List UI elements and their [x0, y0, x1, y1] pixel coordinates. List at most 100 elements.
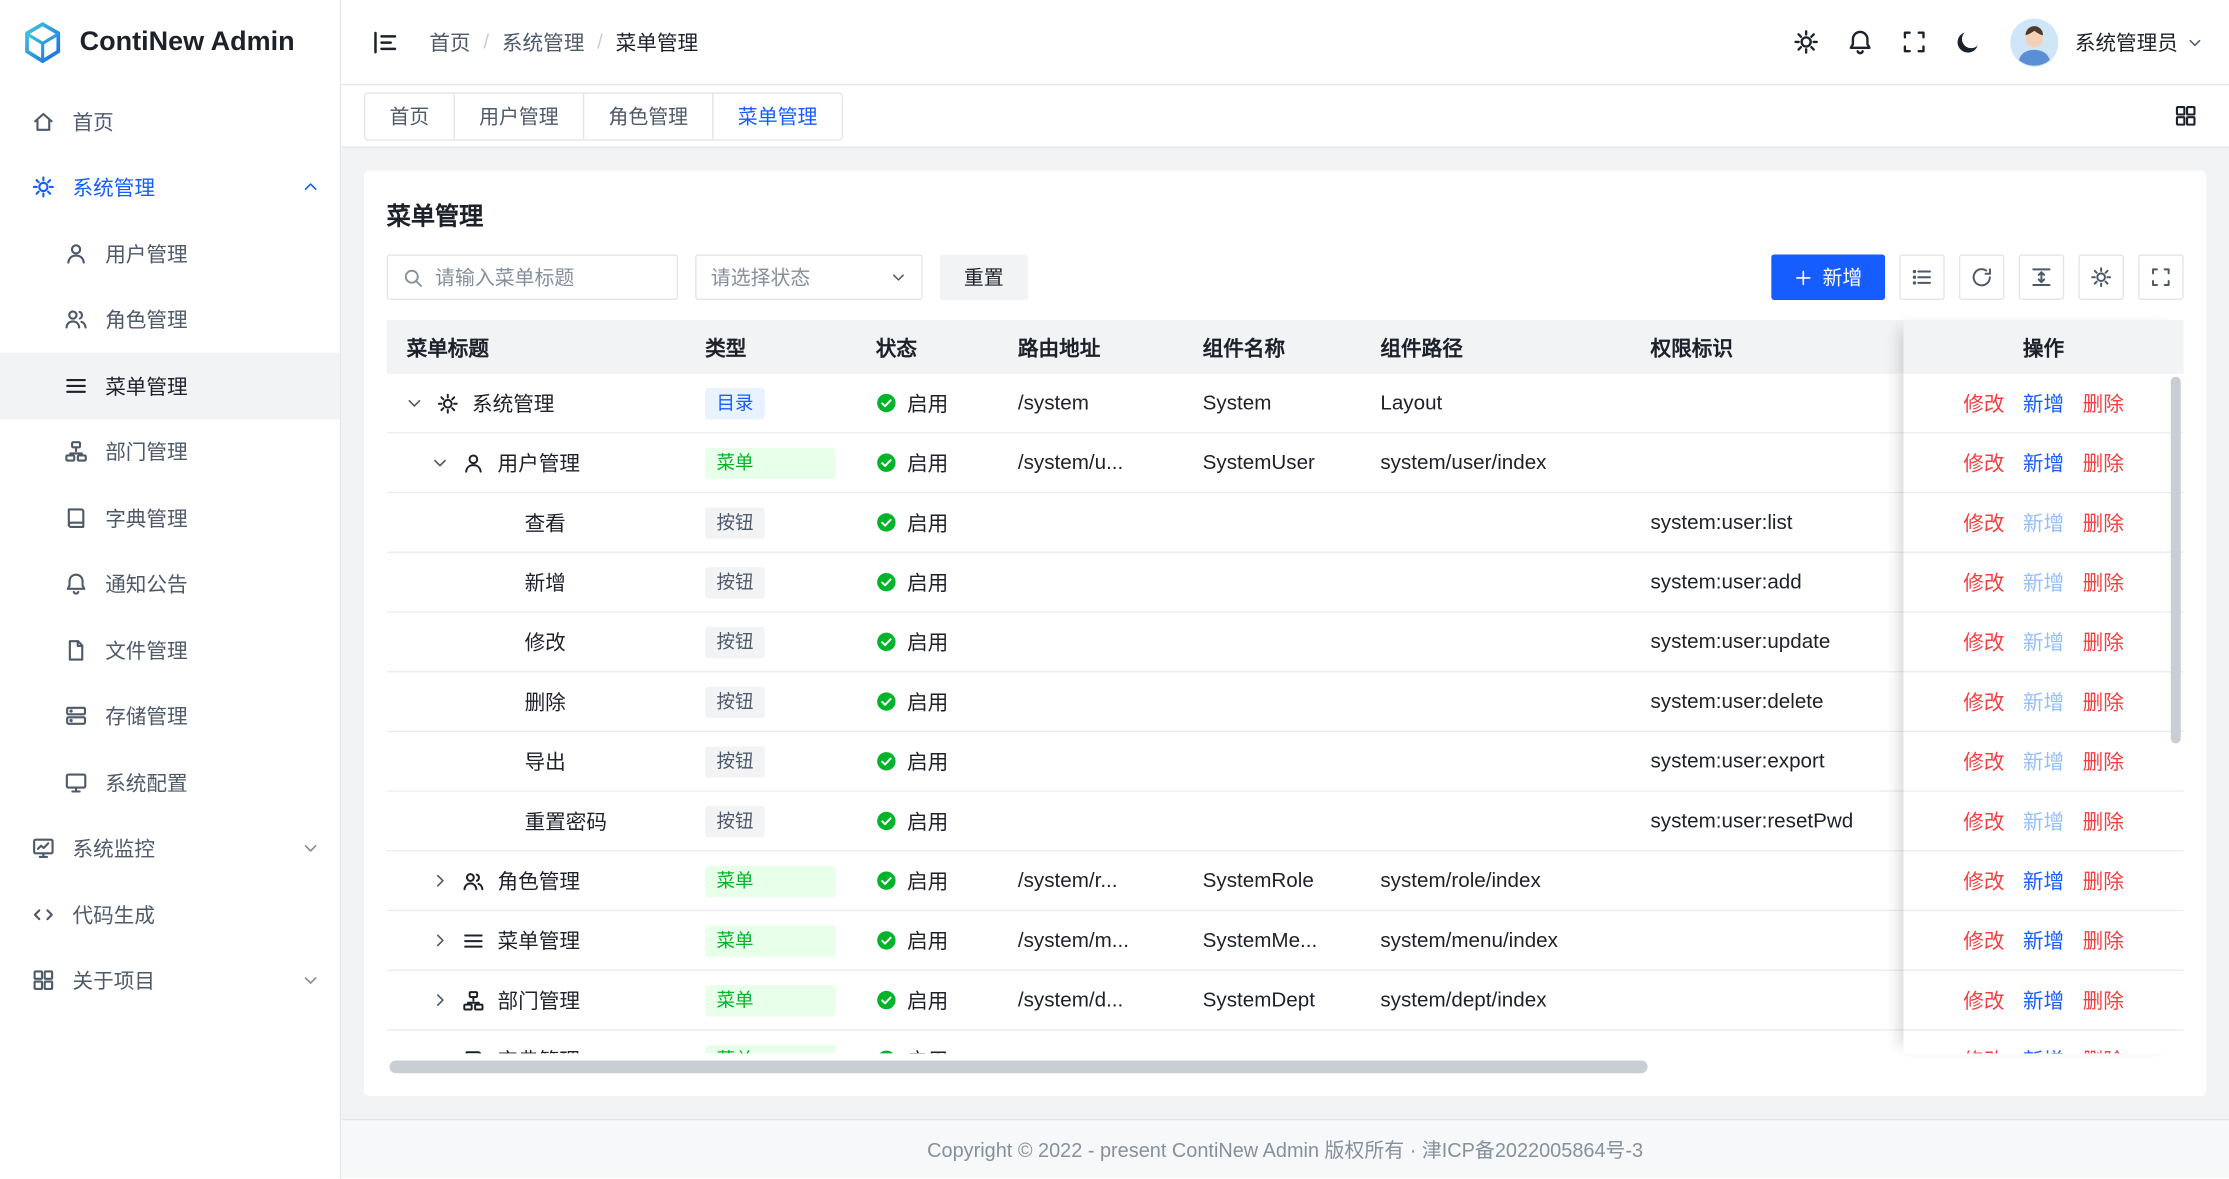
op-edit-link[interactable]: 修改 — [1963, 627, 2004, 657]
sidebar-item-notice-mgmt[interactable]: 通知公告 — [0, 551, 340, 617]
collapse-sidebar-button[interactable] — [364, 21, 407, 64]
sidebar-item-system-mgmt[interactable]: 系统管理 — [0, 154, 340, 220]
sidebar-item-role-mgmt[interactable]: 角色管理 — [0, 286, 340, 352]
sidebar-item-user-mgmt[interactable]: 用户管理 — [0, 220, 340, 286]
route-cell — [998, 732, 1183, 790]
op-delete-link[interactable]: 删除 — [2083, 687, 2124, 717]
chevron-down-icon[interactable] — [405, 394, 423, 412]
table-row: 删除按钮启用system:user:delete — [387, 672, 1904, 732]
tab-user-mgmt[interactable]: 用户管理 — [453, 92, 584, 140]
op-delete-link[interactable]: 删除 — [2083, 1045, 2124, 1054]
sidebar-item-code-gen[interactable]: 代码生成 — [0, 881, 340, 947]
add-button[interactable]: 新增 — [1771, 254, 1885, 299]
chevron-right-icon[interactable] — [431, 1051, 449, 1054]
op-add-link[interactable]: 新增 — [2023, 985, 2064, 1015]
op-add-link[interactable]: 新增 — [2023, 746, 2064, 776]
type-cell: 按钮 — [685, 613, 856, 671]
chevron-right-icon[interactable] — [431, 871, 449, 889]
path-cell: system/dept/index — [1360, 971, 1630, 1029]
op-delete-link[interactable]: 删除 — [2083, 925, 2124, 955]
op-edit-link[interactable]: 修改 — [1963, 806, 2004, 836]
perm-cell — [1631, 852, 1904, 910]
op-delete-link[interactable]: 删除 — [2083, 866, 2124, 896]
perm-cell: system:user:update — [1631, 613, 1904, 671]
chevron-right-icon[interactable] — [431, 991, 449, 1009]
refresh-button[interactable] — [1959, 254, 2004, 299]
fullscreen-icon — [2149, 266, 2172, 289]
op-edit-link[interactable]: 修改 — [1963, 388, 2004, 418]
op-delete-link[interactable]: 删除 — [2083, 567, 2124, 597]
op-delete-link[interactable]: 删除 — [2083, 388, 2124, 418]
op-delete-link[interactable]: 删除 — [2083, 448, 2124, 478]
op-add-link[interactable]: 新增 — [2023, 508, 2064, 538]
component-cell: SystemRole — [1183, 852, 1361, 910]
op-add-link[interactable]: 新增 — [2023, 388, 2064, 418]
status-cell: 启用 — [856, 971, 998, 1029]
status-select[interactable]: 请选择状态 — [695, 254, 922, 299]
theme-button[interactable] — [1944, 18, 1992, 66]
route-cell — [998, 672, 1183, 730]
breadcrumb-item[interactable]: 系统管理 — [502, 27, 584, 57]
op-add-link[interactable]: 新增 — [2023, 1045, 2064, 1054]
vertical-scrollbar[interactable] — [2171, 377, 2181, 744]
op-add-link[interactable]: 新增 — [2023, 687, 2064, 717]
op-edit-link[interactable]: 修改 — [1963, 746, 2004, 776]
column-header: 权限标识 — [1631, 320, 1904, 374]
column-settings-button[interactable] — [2078, 254, 2123, 299]
user-menu[interactable]: 系统管理员 — [2075, 27, 2204, 57]
op-edit-link[interactable]: 修改 — [1963, 1045, 2004, 1054]
op-add-link[interactable]: 新增 — [2023, 567, 2064, 597]
tab-role-mgmt[interactable]: 角色管理 — [583, 92, 714, 140]
sidebar-item-home[interactable]: 首页 — [0, 88, 340, 154]
op-edit-link[interactable]: 修改 — [1963, 985, 2004, 1015]
row-density-button[interactable] — [2019, 254, 2064, 299]
logo[interactable]: ContiNew Admin — [0, 0, 340, 85]
op-delete-link[interactable]: 删除 — [2083, 985, 2124, 1015]
settings-button[interactable] — [1782, 18, 1830, 66]
op-edit-link[interactable]: 修改 — [1963, 448, 2004, 478]
op-add-link[interactable]: 新增 — [2023, 866, 2064, 896]
op-add-link[interactable]: 新增 — [2023, 806, 2064, 836]
op-delete-link[interactable]: 删除 — [2083, 806, 2124, 836]
op-add-link[interactable]: 新增 — [2023, 448, 2064, 478]
sidebar-item-menu-mgmt[interactable]: 菜单管理 — [0, 353, 340, 419]
sidebar-item-storage-mgmt[interactable]: 存储管理 — [0, 683, 340, 749]
op-edit-link[interactable]: 修改 — [1963, 687, 2004, 717]
list-view-button[interactable] — [1899, 254, 1944, 299]
table-fullscreen-button[interactable] — [2138, 254, 2183, 299]
ops-row: 修改 新增 删除 — [1904, 1031, 2184, 1054]
op-add-link[interactable]: 新增 — [2023, 627, 2064, 657]
user-icon — [462, 451, 485, 474]
reset-button[interactable]: 重置 — [940, 254, 1028, 299]
op-edit-link[interactable]: 修改 — [1963, 567, 2004, 597]
tab-actions-button[interactable] — [2164, 95, 2207, 138]
chevron-down-icon[interactable] — [431, 453, 449, 471]
sidebar-item-system-config[interactable]: 系统配置 — [0, 749, 340, 815]
code-icon — [31, 902, 55, 926]
op-edit-link[interactable]: 修改 — [1963, 925, 2004, 955]
sidebar-item-system-monitor[interactable]: 系统监控 — [0, 815, 340, 881]
breadcrumb-item[interactable]: 首页 — [429, 27, 470, 57]
op-edit-link[interactable]: 修改 — [1963, 866, 2004, 896]
type-badge: 菜单 — [705, 925, 836, 956]
horizontal-scrollbar[interactable] — [390, 1061, 1648, 1074]
menu-title-cell: 角色管理 — [387, 852, 686, 910]
fullscreen-button[interactable] — [1890, 18, 1938, 66]
sidebar-item-dict-mgmt[interactable]: 字典管理 — [0, 485, 340, 551]
chevron-right-icon[interactable] — [431, 931, 449, 949]
breadcrumb-item[interactable]: 菜单管理 — [616, 27, 698, 57]
tab-menu-mgmt[interactable]: 菜单管理 — [712, 92, 843, 140]
op-edit-link[interactable]: 修改 — [1963, 508, 2004, 538]
sidebar-item-about[interactable]: 关于项目 — [0, 947, 340, 1013]
notifications-button[interactable] — [1836, 18, 1884, 66]
op-delete-link[interactable]: 删除 — [2083, 508, 2124, 538]
op-add-link[interactable]: 新增 — [2023, 925, 2064, 955]
op-delete-link[interactable]: 删除 — [2083, 627, 2124, 657]
sidebar-item-file-mgmt[interactable]: 文件管理 — [0, 617, 340, 683]
plus-icon — [1794, 268, 1812, 286]
sidebar-item-dept-mgmt[interactable]: 部门管理 — [0, 419, 340, 485]
op-delete-link[interactable]: 删除 — [2083, 746, 2124, 776]
tab-home[interactable]: 首页 — [364, 92, 455, 140]
avatar[interactable] — [2009, 18, 2057, 66]
search-input[interactable] — [435, 266, 662, 289]
